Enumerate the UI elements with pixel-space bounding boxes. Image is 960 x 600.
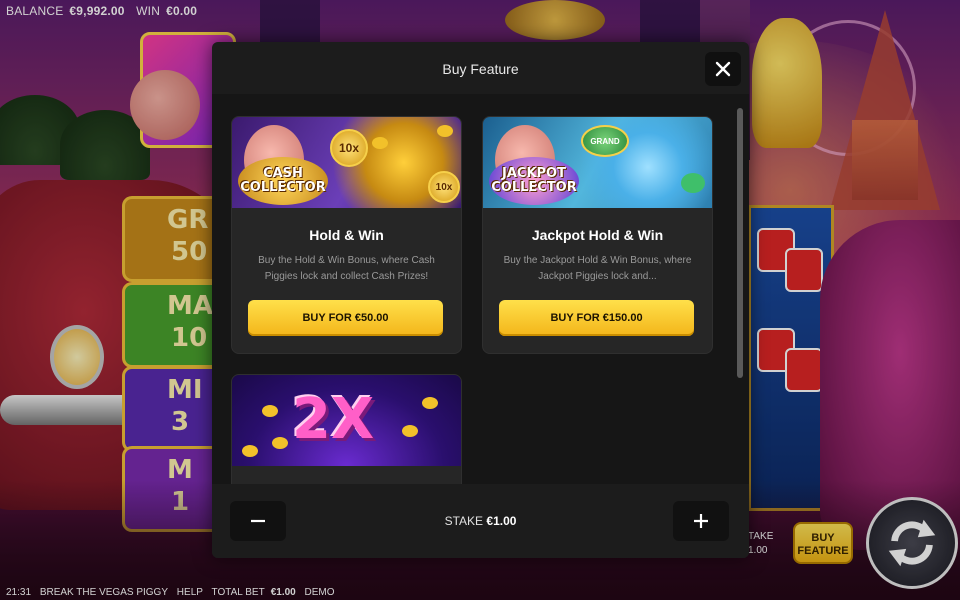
art-title: JACKPOT COLLECTOR <box>491 166 577 195</box>
increase-stake-button[interactable] <box>673 501 729 541</box>
buy-hold-and-win-button[interactable]: BUY FOR €50.00 <box>248 300 443 336</box>
buy-jackpot-hold-and-win-button[interactable]: BUY FOR €150.00 <box>499 300 694 336</box>
feature-title: Jackpot Hold & Win <box>531 227 664 243</box>
coin-decoration <box>242 445 258 457</box>
grand-jackpot-coin: GRAND <box>581 125 629 157</box>
coin-decoration <box>437 125 453 137</box>
multiplier-coin: 10x <box>330 129 368 167</box>
coin-decoration <box>402 425 418 437</box>
modal-header: Buy Feature <box>212 42 749 94</box>
close-icon <box>715 61 731 77</box>
plus-icon <box>694 514 708 528</box>
coin-decoration <box>422 397 438 409</box>
feature-card-jackpot-hold-and-win: JACKPOT COLLECTOR GRAND Jackpot Hold & W… <box>482 116 713 354</box>
feature-card-hold-and-win: CASH COLLECTOR 10x 10x Hold & Win Buy th… <box>231 116 462 354</box>
coin-decoration <box>262 405 278 417</box>
scrollbar[interactable] <box>737 108 743 378</box>
feature-title: Hold & Win <box>309 227 384 243</box>
close-button[interactable] <box>705 52 741 86</box>
stake-value: €1.00 <box>486 514 517 528</box>
buy-feature-modal: Buy Feature CASH COLLECTOR 10x 10x Hold … <box>212 42 749 558</box>
feature-description: Buy the Hold & Win Bonus, where Cash Pig… <box>258 255 435 282</box>
stake-label: STAKE <box>444 514 484 528</box>
jackpot-coin-decoration <box>681 173 705 193</box>
feature-description: Buy the Jackpot Hold & Win Bonus, where … <box>503 255 692 282</box>
coin-decoration <box>272 437 288 449</box>
modal-title: Buy Feature <box>442 61 519 77</box>
stake-display: STAKE €1.00 <box>212 514 749 528</box>
modal-footer: STAKE €1.00 <box>212 484 749 558</box>
feature-card-image: CASH COLLECTOR 10x 10x <box>232 117 461 208</box>
feature-card-2x: 2X <box>231 374 462 484</box>
art-title: CASH COLLECTOR <box>240 166 326 195</box>
art-title: 2X <box>292 387 375 452</box>
feature-card-image: JACKPOT COLLECTOR GRAND <box>483 117 712 208</box>
coin-decoration <box>372 137 388 149</box>
multiplier-coin: 10x <box>428 171 460 203</box>
feature-list[interactable]: CASH COLLECTOR 10x 10x Hold & Win Buy th… <box>212 94 749 484</box>
feature-card-image: 2X <box>232 375 461 466</box>
